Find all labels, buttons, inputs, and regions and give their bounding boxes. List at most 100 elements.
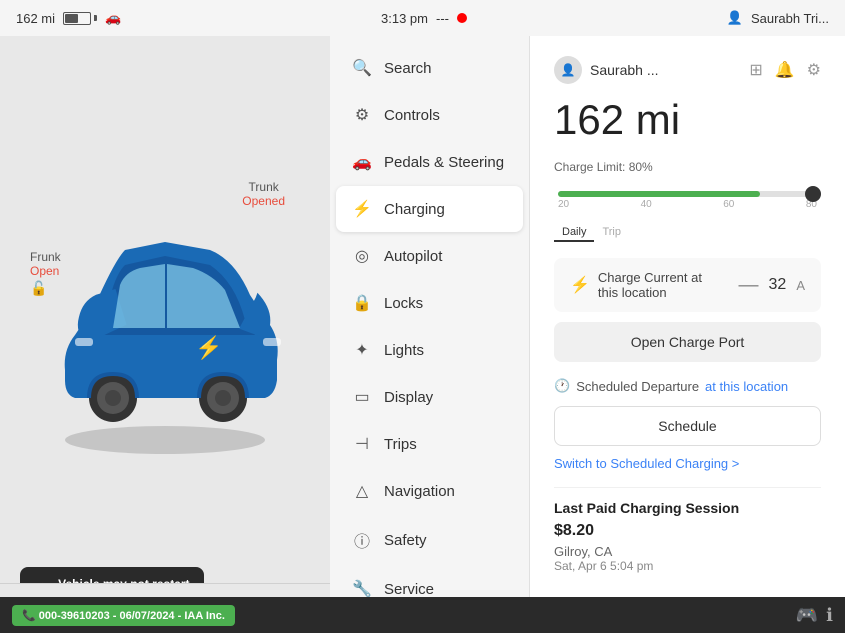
scheduled-departure: 🕐 Scheduled Departure at this location: [554, 378, 821, 394]
sidebar-item-trips[interactable]: ⊣ Trips: [336, 421, 523, 467]
signal-dots: ---: [436, 11, 449, 26]
charge-current-value: 32: [769, 276, 787, 294]
sidebar-item-label: Display: [384, 389, 433, 406]
range-display: 162 mi: [554, 96, 821, 144]
slider-tab-row: Daily Trip: [554, 224, 821, 242]
charge-limit-section: Charge Limit: 80% 20 40 60 80 Daily Trip: [554, 160, 821, 242]
sidebar-item-display[interactable]: ▭ Display: [336, 374, 523, 420]
phone-icon: 📞: [22, 610, 36, 622]
status-bar-right: 👤 Saurabh Tri...: [727, 10, 829, 26]
slider-thumb[interactable]: [805, 186, 821, 202]
car-status-icon: 🚗: [105, 10, 121, 26]
charge-current-row: ⚡ Charge Current at this location — 32 A: [554, 258, 821, 312]
frunk-label: Frunk Open 🔓: [30, 250, 61, 297]
sidebar-item-label: Lights: [384, 342, 424, 359]
last-session-amount: $8.20: [554, 522, 821, 540]
user-info: 👤 Saurabh ...: [554, 56, 659, 84]
header-icons: ⊞ 🔔 ⚙: [749, 60, 821, 80]
clock-icon: 🕐: [554, 378, 570, 394]
sidebar-item-label: Service: [384, 581, 434, 598]
charge-current-left: ⚡ Charge Current at this location: [570, 270, 702, 300]
charge-current-right: — 32 A: [739, 274, 805, 297]
user-icon: 👤: [727, 10, 743, 26]
charge-decrease-button[interactable]: —: [739, 274, 759, 297]
sidebar-item-label: Controls: [384, 107, 440, 124]
trips-icon: ⊣: [352, 434, 372, 454]
sidebar-item-label: Safety: [384, 532, 427, 549]
sidebar-item-label: Pedals & Steering: [384, 154, 504, 171]
sidebar-item-controls[interactable]: ⚙ Controls: [336, 92, 523, 138]
call-badge: 📞 000-39610203 - 06/07/2024 - IAA Inc.: [12, 605, 235, 626]
sidebar-item-label: Autopilot: [384, 248, 442, 265]
charge-current-label: Charge Current at this location: [598, 270, 702, 300]
status-bar-center: 3:13 pm ---: [381, 11, 467, 26]
slider-fill: [558, 191, 760, 197]
tab-trip[interactable]: Trip: [594, 224, 629, 242]
sidebar-item-autopilot[interactable]: ◎ Autopilot: [336, 233, 523, 279]
last-session-title: Last Paid Charging Session: [554, 500, 821, 516]
charge-bolt-icon: ⚡: [570, 275, 590, 295]
right-panel: 👤 Saurabh ... ⊞ 🔔 ⚙ 162 mi Charge Limit:…: [530, 36, 845, 633]
controls-icon: ⚙: [352, 105, 372, 125]
current-time: 3:13 pm: [381, 11, 428, 26]
taskbar: 📞 000-39610203 - 06/07/2024 - IAA Inc. 🎮…: [0, 597, 845, 633]
open-charge-port-button[interactable]: Open Charge Port: [554, 322, 821, 362]
nav-panel: 🔍 Search ⚙ Controls 🚗 Pedals & Steering …: [330, 36, 530, 633]
sidebar-item-search[interactable]: 🔍 Search: [336, 45, 523, 91]
slider-labels: 20 40 60 80: [554, 199, 821, 210]
search-icon: 🔍: [352, 58, 372, 78]
schedule-button[interactable]: Schedule: [554, 406, 821, 446]
sidebar-item-label: Search: [384, 60, 432, 77]
pedals-icon: 🚗: [352, 152, 372, 172]
charge-unit-label: A: [796, 278, 805, 293]
sidebar-item-locks[interactable]: 🔒 Locks: [336, 280, 523, 326]
grid-icon[interactable]: ⊞: [749, 60, 762, 80]
battery-icon: [63, 12, 97, 25]
sidebar-item-label: Charging: [384, 201, 445, 218]
trunk-label: Trunk Opened: [242, 180, 285, 208]
sidebar-item-lights[interactable]: ✦ Lights: [336, 327, 523, 373]
display-icon: ▭: [352, 387, 372, 407]
sidebar-item-pedals[interactable]: 🚗 Pedals & Steering: [336, 139, 523, 185]
status-bar: 162 mi 🚗 3:13 pm --- 👤 Saurabh Tri...: [0, 0, 845, 36]
sidebar-item-charging[interactable]: ⚡ Charging: [336, 186, 523, 232]
taskbar-icon-2[interactable]: ℹ: [826, 605, 833, 626]
service-icon: 🔧: [352, 579, 372, 599]
record-dot: [457, 13, 467, 23]
user-row: 👤 Saurabh ... ⊞ 🔔 ⚙: [554, 56, 821, 84]
status-bar-left: 162 mi 🚗: [16, 10, 121, 26]
user-name: Saurabh ...: [590, 62, 659, 78]
slider-track[interactable]: [558, 191, 817, 197]
sidebar-item-label: Navigation: [384, 483, 455, 500]
sidebar-item-label: Trips: [384, 436, 417, 453]
taskbar-right: 🎮 ℹ: [796, 605, 833, 626]
navigation-icon: △: [352, 481, 372, 501]
last-session-location: Gilroy, CA: [554, 544, 821, 559]
car-container: Trunk Opened Frunk Open 🔓: [25, 160, 305, 480]
bell-icon[interactable]: 🔔: [775, 60, 795, 80]
scheduled-departure-link[interactable]: at this location: [705, 379, 788, 394]
sidebar-item-navigation[interactable]: △ Navigation: [336, 468, 523, 514]
taskbar-left: 📞 000-39610203 - 06/07/2024 - IAA Inc.: [12, 605, 235, 626]
lights-icon: ✦: [352, 340, 372, 360]
charging-icon: ⚡: [352, 199, 372, 219]
status-bar-user: Saurabh Tri...: [751, 11, 829, 26]
lock-icon: 🔒: [352, 293, 372, 313]
left-panel: Trunk Opened Frunk Open 🔓: [0, 36, 330, 633]
sidebar-item-safety[interactable]: ⓘ Safety: [336, 515, 523, 565]
charge-slider-container[interactable]: 20 40 60 80: [554, 180, 821, 220]
taskbar-icon-1[interactable]: 🎮: [796, 605, 818, 626]
main-content: Trunk Opened Frunk Open 🔓: [0, 36, 845, 633]
call-info: 000-39610203 - 06/07/2024 - IAA Inc.: [39, 610, 225, 622]
battery-range: 162 mi: [16, 11, 55, 26]
section-divider: [554, 487, 821, 488]
switch-charging-label: Switch to Scheduled Charging >: [554, 456, 739, 471]
settings-icon[interactable]: ⚙: [807, 60, 821, 80]
tab-daily[interactable]: Daily: [554, 224, 594, 242]
charge-limit-label: Charge Limit: 80%: [554, 160, 821, 174]
switch-charging-link[interactable]: Switch to Scheduled Charging >: [554, 456, 821, 471]
autopilot-icon: ◎: [352, 246, 372, 266]
safety-icon: ⓘ: [352, 528, 372, 552]
avatar: 👤: [554, 56, 582, 84]
sidebar-item-label: Locks: [384, 295, 423, 312]
